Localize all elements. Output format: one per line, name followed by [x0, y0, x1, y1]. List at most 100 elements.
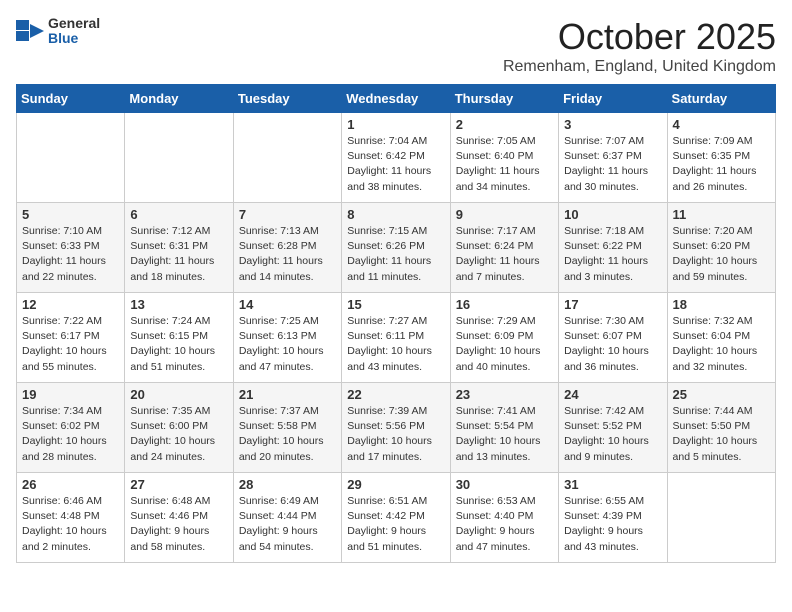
- calendar-cell: 31 Sunrise: 6:55 AM Sunset: 4:39 PM Dayli…: [559, 473, 667, 563]
- calendar-cell: 8Sunrise: 7:15 AM Sunset: 6:26 PM Daylig…: [342, 203, 450, 293]
- day-number: 27: [130, 477, 227, 492]
- day-number: 11: [673, 207, 770, 222]
- calendar-cell: 16 Sunrise: 7:29 AM Sunset: 6:09 PM Dayli…: [450, 293, 558, 383]
- calendar-cell: 27 Sunrise: 6:48 AM Sunset: 4:46 PM Dayli…: [125, 473, 233, 563]
- day-info: Sunrise: 7:24 AM Sunset: 6:15 PM Dayligh…: [130, 314, 227, 375]
- day-info: Sunrise: 7:04 AM Sunset: 6:42 PM Dayligh…: [347, 134, 444, 195]
- day-info: Sunrise: 7:30 AM Sunset: 6:07 PM Dayligh…: [564, 314, 661, 375]
- day-info: Sunrise: 7:10 AM Sunset: 6:33 PM Dayligh…: [22, 224, 119, 285]
- weekday-header: Saturday: [667, 85, 775, 113]
- day-info: Sunrise: 6:51 AM Sunset: 4:42 PM Dayligh…: [347, 494, 444, 555]
- location: Remenham, England, United Kingdom: [503, 58, 776, 76]
- day-number: 30: [456, 477, 553, 492]
- day-info: Sunrise: 7:20 AM Sunset: 6:20 PM Dayligh…: [673, 224, 770, 285]
- day-number: 7: [239, 207, 336, 222]
- page-header: General Blue October 2025 Remenham, Engl…: [16, 16, 776, 76]
- calendar-cell: 20Sunrise: 7:35 AM Sunset: 6:00 PM Dayli…: [125, 383, 233, 473]
- calendar-cell: [667, 473, 775, 563]
- calendar-cell: 13 Sunrise: 7:24 AM Sunset: 6:15 PM Dayli…: [125, 293, 233, 383]
- day-number: 18: [673, 297, 770, 312]
- day-number: 19: [22, 387, 119, 402]
- day-number: 15: [347, 297, 444, 312]
- calendar-cell: 25 Sunrise: 7:44 AM Sunset: 5:50 PM Dayli…: [667, 383, 775, 473]
- day-info: Sunrise: 7:32 AM Sunset: 6:04 PM Dayligh…: [673, 314, 770, 375]
- day-number: 2: [456, 117, 553, 132]
- logo: General Blue: [16, 16, 100, 47]
- day-info: Sunrise: 7:27 AM Sunset: 6:11 PM Dayligh…: [347, 314, 444, 375]
- calendar-week-row: 5 Sunrise: 7:10 AM Sunset: 6:33 PM Daylig…: [17, 203, 776, 293]
- day-info: Sunrise: 7:44 AM Sunset: 5:50 PM Dayligh…: [673, 404, 770, 465]
- weekday-header: Sunday: [17, 85, 125, 113]
- day-info: Sunrise: 7:13 AM Sunset: 6:28 PM Dayligh…: [239, 224, 336, 285]
- calendar-cell: 29 Sunrise: 6:51 AM Sunset: 4:42 PM Dayli…: [342, 473, 450, 563]
- title-block: October 2025 Remenham, England, United K…: [503, 16, 776, 76]
- logo-blue: Blue: [48, 31, 100, 46]
- calendar-cell: 14Sunrise: 7:25 AM Sunset: 6:13 PM Dayli…: [233, 293, 341, 383]
- calendar-cell: 21Sunrise: 7:37 AM Sunset: 5:58 PM Dayli…: [233, 383, 341, 473]
- day-number: 26: [22, 477, 119, 492]
- calendar-cell: 3 Sunrise: 7:07 AM Sunset: 6:37 PM Daylig…: [559, 113, 667, 203]
- day-number: 10: [564, 207, 661, 222]
- day-number: 16: [456, 297, 553, 312]
- day-number: 13: [130, 297, 227, 312]
- day-number: 23: [456, 387, 553, 402]
- day-number: 28: [239, 477, 336, 492]
- day-info: Sunrise: 7:17 AM Sunset: 6:24 PM Dayligh…: [456, 224, 553, 285]
- day-number: 25: [673, 387, 770, 402]
- day-info: Sunrise: 7:42 AM Sunset: 5:52 PM Dayligh…: [564, 404, 661, 465]
- day-number: 20: [130, 387, 227, 402]
- month-title: October 2025: [503, 16, 776, 58]
- day-number: 1: [347, 117, 444, 132]
- day-info: Sunrise: 6:49 AM Sunset: 4:44 PM Dayligh…: [239, 494, 336, 555]
- calendar-cell: 18 Sunrise: 7:32 AM Sunset: 6:04 PM Dayli…: [667, 293, 775, 383]
- day-info: Sunrise: 6:48 AM Sunset: 4:46 PM Dayligh…: [130, 494, 227, 555]
- day-info: Sunrise: 7:39 AM Sunset: 5:56 PM Dayligh…: [347, 404, 444, 465]
- calendar-cell: 12Sunrise: 7:22 AM Sunset: 6:17 PM Dayli…: [17, 293, 125, 383]
- calendar-cell: 23 Sunrise: 7:41 AM Sunset: 5:54 PM Dayli…: [450, 383, 558, 473]
- calendar-cell: 7 Sunrise: 7:13 AM Sunset: 6:28 PM Daylig…: [233, 203, 341, 293]
- day-number: 24: [564, 387, 661, 402]
- logo-icon: [16, 20, 44, 42]
- day-info: Sunrise: 6:55 AM Sunset: 4:39 PM Dayligh…: [564, 494, 661, 555]
- calendar-cell: [17, 113, 125, 203]
- day-info: Sunrise: 7:05 AM Sunset: 6:40 PM Dayligh…: [456, 134, 553, 195]
- calendar-body: 1 Sunrise: 7:04 AM Sunset: 6:42 PM Daylig…: [17, 113, 776, 563]
- day-number: 5: [22, 207, 119, 222]
- day-number: 4: [673, 117, 770, 132]
- calendar-cell: 11 Sunrise: 7:20 AM Sunset: 6:20 PM Dayli…: [667, 203, 775, 293]
- weekday-header: Thursday: [450, 85, 558, 113]
- calendar-cell: 1 Sunrise: 7:04 AM Sunset: 6:42 PM Daylig…: [342, 113, 450, 203]
- day-info: Sunrise: 7:18 AM Sunset: 6:22 PM Dayligh…: [564, 224, 661, 285]
- day-number: 3: [564, 117, 661, 132]
- calendar-cell: [233, 113, 341, 203]
- calendar-cell: 10 Sunrise: 7:18 AM Sunset: 6:22 PM Dayli…: [559, 203, 667, 293]
- calendar-week-row: 19Sunrise: 7:34 AM Sunset: 6:02 PM Dayli…: [17, 383, 776, 473]
- day-number: 9: [456, 207, 553, 222]
- calendar-cell: 19Sunrise: 7:34 AM Sunset: 6:02 PM Dayli…: [17, 383, 125, 473]
- calendar-week-row: 12Sunrise: 7:22 AM Sunset: 6:17 PM Dayli…: [17, 293, 776, 383]
- calendar-cell: 9 Sunrise: 7:17 AM Sunset: 6:24 PM Daylig…: [450, 203, 558, 293]
- calendar-header-row: SundayMondayTuesdayWednesdayThursdayFrid…: [17, 85, 776, 113]
- day-info: Sunrise: 6:53 AM Sunset: 4:40 PM Dayligh…: [456, 494, 553, 555]
- weekday-header: Monday: [125, 85, 233, 113]
- day-info: Sunrise: 7:41 AM Sunset: 5:54 PM Dayligh…: [456, 404, 553, 465]
- calendar-cell: 6 Sunrise: 7:12 AM Sunset: 6:31 PM Daylig…: [125, 203, 233, 293]
- logo-general: General: [48, 16, 100, 31]
- calendar-cell: 4Sunrise: 7:09 AM Sunset: 6:35 PM Daylig…: [667, 113, 775, 203]
- day-info: Sunrise: 7:07 AM Sunset: 6:37 PM Dayligh…: [564, 134, 661, 195]
- day-number: 21: [239, 387, 336, 402]
- calendar-cell: 17 Sunrise: 7:30 AM Sunset: 6:07 PM Dayli…: [559, 293, 667, 383]
- calendar-cell: 22Sunrise: 7:39 AM Sunset: 5:56 PM Dayli…: [342, 383, 450, 473]
- day-info: Sunrise: 7:29 AM Sunset: 6:09 PM Dayligh…: [456, 314, 553, 375]
- day-number: 14: [239, 297, 336, 312]
- day-number: 17: [564, 297, 661, 312]
- day-number: 31: [564, 477, 661, 492]
- calendar-cell: 5 Sunrise: 7:10 AM Sunset: 6:33 PM Daylig…: [17, 203, 125, 293]
- day-number: 29: [347, 477, 444, 492]
- calendar-table: SundayMondayTuesdayWednesdayThursdayFrid…: [16, 84, 776, 563]
- logo-text: General Blue: [48, 16, 100, 47]
- calendar-cell: 15 Sunrise: 7:27 AM Sunset: 6:11 PM Dayli…: [342, 293, 450, 383]
- day-number: 6: [130, 207, 227, 222]
- calendar-cell: 24 Sunrise: 7:42 AM Sunset: 5:52 PM Dayli…: [559, 383, 667, 473]
- day-info: Sunrise: 7:12 AM Sunset: 6:31 PM Dayligh…: [130, 224, 227, 285]
